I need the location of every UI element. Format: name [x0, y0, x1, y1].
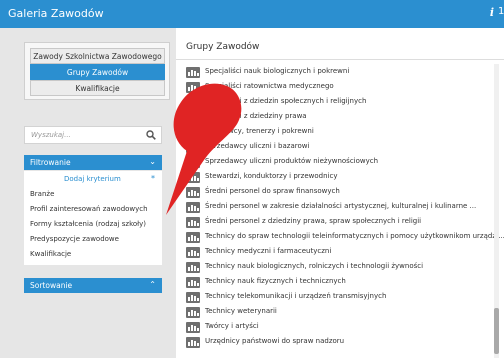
list-item[interactable]: Technicy telekomunikacji i urządzeń tran…: [186, 291, 486, 305]
group-icon: [186, 217, 200, 228]
list-item[interactable]: Specjaliści nauk biologicznych i pokrewn…: [186, 66, 486, 80]
app-title: Galeria Zawodów: [8, 7, 104, 20]
group-icon: [186, 262, 200, 273]
list-item-label: Technicy nauk fizycznych i technicznych: [205, 277, 346, 285]
nav-box: Zawody Szkolnictwa Zawodowego Grupy Zawo…: [24, 42, 170, 100]
asterisk-icon: *: [151, 174, 155, 183]
search-input[interactable]: Wyszukaj...: [24, 126, 162, 144]
list-item-label: Urzędnicy państwowi do spraw nadzoru: [205, 337, 345, 345]
list-item-label: Sportowcy, trenerzy i pokrewni: [205, 127, 314, 135]
sidebar: Zawody Szkolnictwa Zawodowego Grupy Zawo…: [0, 28, 176, 358]
list-item[interactable]: Średni personel z dziedziny prawa, spraw…: [186, 216, 486, 230]
list-item[interactable]: Średni personel w zakresie działalności …: [186, 201, 486, 215]
group-icon: [186, 142, 200, 153]
list-item-label: Specjaliści ratownictwa medycznego: [205, 82, 334, 90]
group-icon: [186, 172, 200, 183]
chevron-down-icon[interactable]: ⌄: [149, 157, 156, 166]
list-item-label: Technicy nauk biologicznych, rolniczych …: [205, 262, 424, 270]
list-item[interactable]: Technicy nauk fizycznych i technicznych: [186, 276, 486, 290]
list-item-label: Technicy do spraw technologii teleinform…: [205, 232, 504, 240]
group-icon: [186, 322, 200, 333]
group-icon: [186, 277, 200, 288]
filter-title: Filtrowanie: [30, 158, 71, 167]
filter-panel-body: Dodaj kryterium * Branże Profil zaintere…: [24, 171, 162, 265]
list-item-label: Specjaliści nauk biologicznych i pokrewn…: [205, 67, 350, 75]
list-item[interactable]: Twórcy i artyści: [186, 321, 486, 335]
title-bar: Galeria Zawodów i 1: [0, 0, 504, 28]
list-item-label: Średni personel z dziedziny prawa, spraw…: [205, 217, 422, 225]
list-item[interactable]: Technicy nauk biologicznych, rolniczych …: [186, 261, 486, 275]
add-criterion-button[interactable]: Dodaj kryterium *: [24, 174, 162, 186]
list-item[interactable]: Sprzedawcy uliczni i bazarowi: [186, 141, 486, 155]
list-item-label: Specjaliści z dziedzin społecznych i rel…: [205, 97, 367, 105]
group-icon: [186, 337, 200, 348]
group-icon: [186, 247, 200, 258]
list-item[interactable]: Technicy medyczni i farmaceutyczni: [186, 246, 486, 260]
criterion-item[interactable]: Formy kształcenia (rodzaj szkoły): [30, 220, 146, 228]
list-item-label: Technicy medyczni i farmaceutyczni: [205, 247, 332, 255]
scrollbar-thumb[interactable]: [494, 308, 499, 354]
list-item-label: Technicy weterynarii: [205, 307, 277, 315]
list-item-label: Sprzedawcy uliczni produktów nieżywności…: [205, 157, 379, 165]
filter-panel-header[interactable]: Filtrowanie ⌄: [24, 155, 162, 170]
main-panel: Grupy Zawodów Specjaliści nauk biologicz…: [176, 28, 504, 358]
chevron-up-icon[interactable]: ⌃: [149, 280, 156, 289]
group-icon: [186, 307, 200, 318]
nav-button-kwalifikacje[interactable]: Kwalifikacje: [30, 80, 165, 96]
search-placeholder: Wyszukaj...: [31, 131, 71, 139]
list-item-label: Średni personel do spraw finansowych: [205, 187, 340, 195]
group-icon: [186, 97, 200, 108]
titlebar-edge-glyph: 1: [498, 6, 504, 17]
list-item[interactable]: Specjaliści z dziedziny prawa: [186, 111, 486, 125]
nav-button-zawody[interactable]: Zawody Szkolnictwa Zawodowego: [30, 48, 165, 64]
list-item-label: Średni personel w zakresie działalności …: [205, 202, 477, 210]
divider: [176, 59, 504, 60]
group-icon: [186, 157, 200, 168]
list-item-label: Specjaliści z dziedziny prawa: [205, 112, 307, 120]
list-item[interactable]: Stewardzi, konduktorzy i przewodnicy: [186, 171, 486, 185]
group-icon: [186, 112, 200, 123]
list-item[interactable]: Sprzedawcy uliczni produktów nieżywności…: [186, 156, 486, 170]
criterion-item[interactable]: Profil zainteresowań zawodowych: [30, 205, 148, 213]
list-item[interactable]: Specjaliści z dziedzin społecznych i rel…: [186, 96, 486, 110]
group-icon: [186, 127, 200, 138]
list-item[interactable]: Technicy weterynarii: [186, 306, 486, 320]
criterion-item[interactable]: Branże: [30, 190, 54, 198]
sort-title: Sortowanie: [30, 281, 73, 290]
page-title: Grupy Zawodów: [186, 42, 260, 52]
search-icon[interactable]: [146, 130, 156, 140]
criterion-item[interactable]: Predyspozycje zawodowe: [30, 235, 119, 243]
list-item[interactable]: Sportowcy, trenerzy i pokrewni: [186, 126, 486, 140]
group-list: Specjaliści nauk biologicznych i pokrewn…: [176, 66, 504, 358]
list-item-label: Stewardzi, konduktorzy i przewodnicy: [205, 172, 338, 180]
group-icon: [186, 67, 200, 78]
group-icon: [186, 82, 200, 93]
list-item[interactable]: Średni personel do spraw finansowych: [186, 186, 486, 200]
group-icon: [186, 187, 200, 198]
list-item-label: Sprzedawcy uliczni i bazarowi: [205, 142, 310, 150]
group-icon: [186, 292, 200, 303]
scrollbar[interactable]: [494, 64, 499, 358]
criterion-item[interactable]: Kwalifikacje: [30, 250, 71, 258]
sort-panel-header[interactable]: Sortowanie ⌃: [24, 278, 162, 293]
group-icon: [186, 202, 200, 213]
add-criterion-label: Dodaj kryterium: [64, 175, 121, 183]
nav-button-grupy[interactable]: Grupy Zawodów: [30, 64, 165, 80]
list-item[interactable]: Technicy do spraw technologii teleinform…: [186, 231, 504, 245]
list-item-label: Twórcy i artyści: [205, 322, 259, 330]
info-icon[interactable]: i: [490, 6, 494, 19]
list-item[interactable]: Urzędnicy państwowi do spraw nadzoru: [186, 336, 486, 350]
list-item-label: Technicy telekomunikacji i urządzeń tran…: [205, 292, 387, 300]
group-icon: [186, 232, 200, 243]
list-item[interactable]: Specjaliści ratownictwa medycznego: [186, 81, 486, 95]
